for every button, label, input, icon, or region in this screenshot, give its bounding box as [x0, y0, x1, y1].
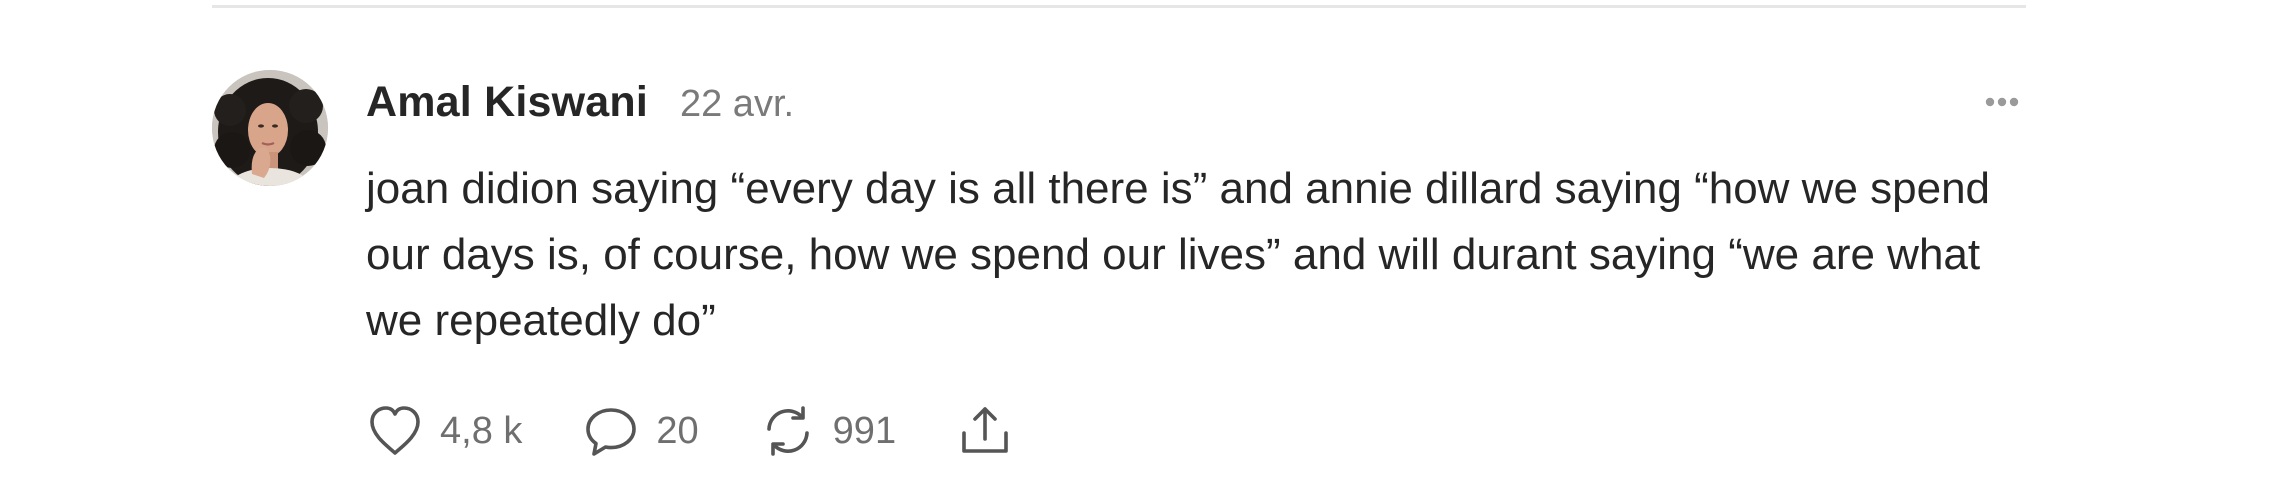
share-button[interactable]: [956, 403, 1014, 459]
post-header: Amal Kiswani 22 avr.: [366, 78, 794, 128]
author-name[interactable]: Amal Kiswani: [366, 78, 648, 127]
repost-count: 991: [832, 409, 897, 452]
post-text: joan didion saying “every day is all the…: [366, 164, 1991, 345]
more-horizontal-icon: [1985, 97, 2019, 107]
comment-count: 20: [656, 409, 699, 452]
repost-button[interactable]: 991: [759, 403, 896, 459]
top-divider: [212, 5, 2026, 8]
avatar-image: [212, 70, 328, 186]
like-count: 4,8 k: [440, 409, 523, 452]
share-icon: [962, 407, 1008, 453]
heart-icon: [370, 406, 420, 455]
action-bar: 4,8 k 20 991: [366, 396, 1074, 466]
comment-icon: [586, 408, 637, 456]
repost-icon: [766, 406, 809, 456]
like-button[interactable]: 4,8 k: [366, 403, 522, 459]
more-options-button[interactable]: [1978, 90, 2026, 114]
avatar[interactable]: [212, 70, 328, 186]
post-date[interactable]: 22 avr.: [680, 83, 794, 126]
post: Amal Kiswani 22 avr. joan didion saying …: [212, 70, 2026, 490]
comment-button[interactable]: 20: [582, 403, 699, 459]
